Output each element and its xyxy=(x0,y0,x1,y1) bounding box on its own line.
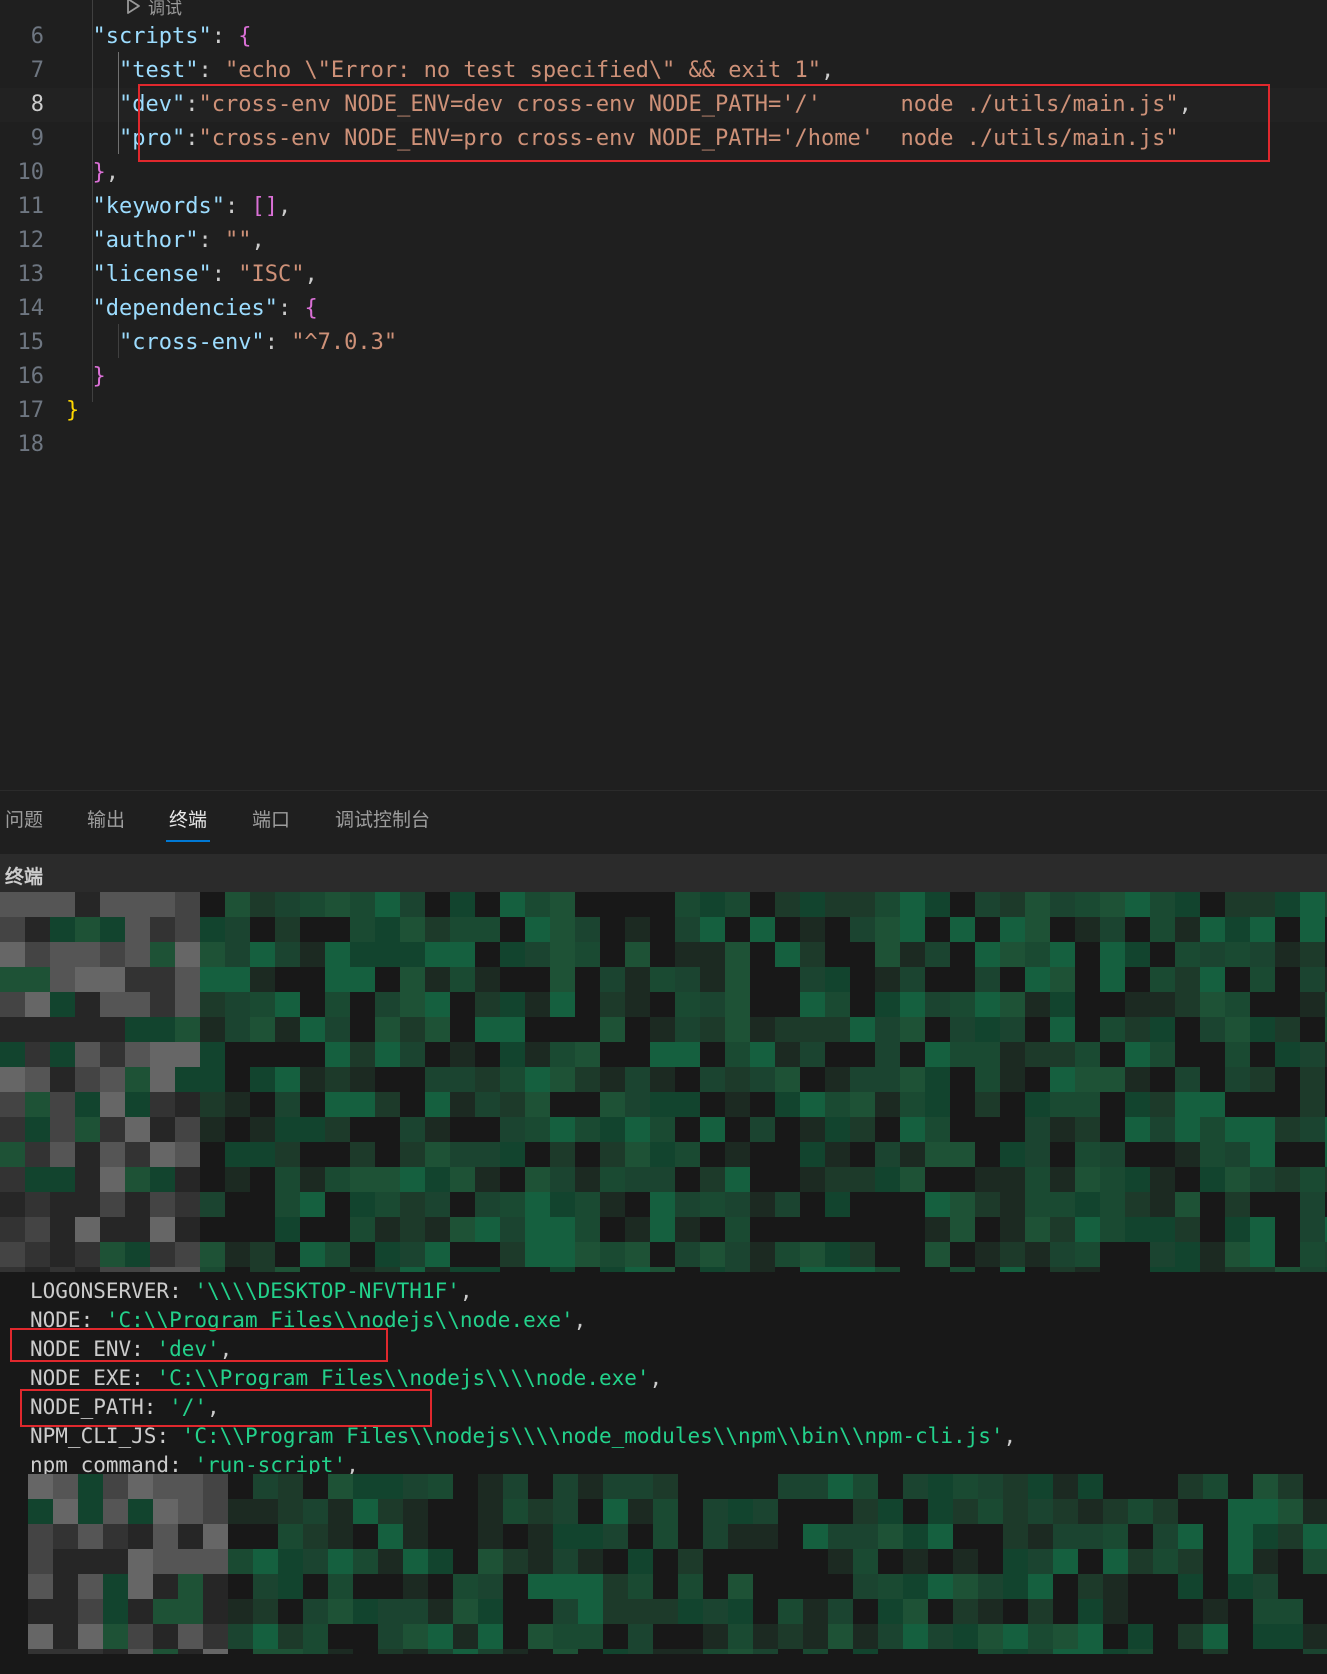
panel-tab[interactable]: 问题 xyxy=(5,805,43,832)
line-number: 16 xyxy=(17,364,45,389)
redacted-region-bottom xyxy=(28,1474,1327,1654)
code-token: : xyxy=(277,296,305,321)
env-key: NPM_CLI_JS xyxy=(30,1424,157,1448)
line-number: 14 xyxy=(17,296,45,321)
code-token: "keywords" xyxy=(92,194,225,219)
panel-tab-bar: 问题 输出 终端 端口 调试控制台 xyxy=(0,790,1327,855)
codelens-label: 调试 xyxy=(148,0,182,19)
code-token: "license" xyxy=(92,262,212,287)
env-key: LOGONSERVER xyxy=(30,1279,170,1303)
indent-guide-active xyxy=(118,52,119,154)
code-token: } xyxy=(92,160,106,185)
codelens-debug[interactable]: 调试 xyxy=(124,0,182,19)
line-number: 8 xyxy=(30,92,44,117)
indent-guide xyxy=(92,0,93,402)
code-token: , xyxy=(251,228,265,253)
code-line[interactable]: 14 "dependencies": { xyxy=(0,292,1327,326)
code-line[interactable]: 6 "scripts": { xyxy=(0,20,1327,54)
line-number: 13 xyxy=(17,262,45,287)
code-token: , xyxy=(105,160,119,185)
code-token: : xyxy=(198,228,225,253)
line-number: 6 xyxy=(30,24,44,49)
terminal-title: 终端 xyxy=(5,866,44,888)
env-value: '\\\\DESKTOP-NFVTH1F' xyxy=(194,1279,460,1303)
line-code: "dependencies": { xyxy=(66,292,318,326)
panel-tab-label: 输出 xyxy=(87,809,126,831)
env-value: 'C:\\Program Files\\nodejs\\\\node_modul… xyxy=(181,1424,1004,1448)
code-token: , xyxy=(277,194,292,219)
line-number: 18 xyxy=(17,432,45,457)
code-line[interactable]: 12 "author": "", xyxy=(0,224,1327,258)
panel-tab[interactable]: 调试控制台 xyxy=(335,805,430,832)
code-token: : xyxy=(211,24,239,49)
play-icon xyxy=(127,0,140,14)
code-line[interactable]: 15 "cross-env": "^7.0.3" xyxy=(0,326,1327,360)
code-token: , xyxy=(304,262,318,287)
code-token: "" xyxy=(224,228,252,253)
terminal-header: 终端 xyxy=(0,854,1327,892)
code-token: } xyxy=(66,398,80,423)
code-token: { xyxy=(238,24,252,49)
line-code: "license": "ISC", xyxy=(66,258,318,292)
line-number: 12 xyxy=(17,228,45,253)
panel-tab-label: 端口 xyxy=(252,809,291,831)
line-number: 15 xyxy=(17,330,45,355)
line-code: "scripts": { xyxy=(66,20,252,54)
panel-tab-label: 问题 xyxy=(5,809,44,831)
panel-tab-label: 终端 xyxy=(169,809,208,831)
code-token: "echo \"Error: no test specified\" && ex… xyxy=(224,58,821,83)
line-code: "cross-env": "^7.0.3" xyxy=(66,326,397,360)
line-number: 7 xyxy=(30,58,44,83)
code-line[interactable]: 18 xyxy=(0,428,1327,462)
panel-tab[interactable]: 终端 xyxy=(166,805,211,842)
code-line[interactable]: 13 "license": "ISC", xyxy=(0,258,1327,292)
line-number: 9 xyxy=(30,126,44,151)
line-code: "author": "", xyxy=(66,224,265,258)
code-token: [] xyxy=(251,194,278,219)
code-token: : xyxy=(224,194,252,219)
code-token: "ISC" xyxy=(238,262,305,287)
code-line[interactable]: 7 "test": "echo \"Error: no test specifi… xyxy=(0,54,1327,88)
redacted-region-top xyxy=(0,892,1327,1272)
highlight-box-node-env xyxy=(10,1328,388,1362)
code-token: "scripts" xyxy=(92,24,212,49)
code-line[interactable]: 17} xyxy=(0,394,1327,428)
code-token: : xyxy=(198,58,225,83)
code-token: , xyxy=(821,58,835,83)
line-number: 17 xyxy=(17,398,45,423)
panel-tab-label: 调试控制台 xyxy=(335,809,431,831)
code-editor[interactable]: 调试 6 "scripts": {7 "test": "echo \"Error… xyxy=(0,0,1327,790)
panel-tab[interactable]: 端口 xyxy=(252,805,290,832)
line-number: 10 xyxy=(17,160,45,185)
panel-tab[interactable]: 输出 xyxy=(87,805,125,832)
line-number: 11 xyxy=(17,194,45,219)
code-token: "dependencies" xyxy=(92,296,278,321)
code-line[interactable]: 11 "keywords": [], xyxy=(0,190,1327,224)
code-token: "test" xyxy=(118,58,199,83)
code-line[interactable]: 16 } xyxy=(0,360,1327,394)
line-code: } xyxy=(66,360,106,394)
line-code: "keywords": [], xyxy=(66,190,292,224)
code-token: "^7.0.3" xyxy=(291,330,398,355)
code-token: : xyxy=(264,330,292,355)
highlight-box-scripts xyxy=(138,84,1270,162)
code-token: "author" xyxy=(92,228,199,253)
line-code: } xyxy=(66,394,79,428)
highlight-box-node-path xyxy=(20,1389,432,1427)
indent-guide xyxy=(118,324,119,358)
code-token: } xyxy=(92,364,106,389)
terminal-output[interactable]: LOGONSERVER: '\\\\DESKTOP-NFVTH1F', NODE:… xyxy=(0,892,1327,1674)
terminal-line: LOGONSERVER: '\\\\DESKTOP-NFVTH1F', xyxy=(30,1279,473,1303)
line-code: "test": "echo \"Error: no test specified… xyxy=(66,54,834,88)
code-token: : xyxy=(211,262,239,287)
code-token: "cross-env" xyxy=(118,330,265,355)
active-tab-indicator xyxy=(166,840,211,842)
env-value: 'C:\\Program Files\\nodejs\\\\node.exe' xyxy=(156,1366,650,1390)
code-token: { xyxy=(304,296,318,321)
env-key: NODE_EXE xyxy=(30,1366,132,1390)
